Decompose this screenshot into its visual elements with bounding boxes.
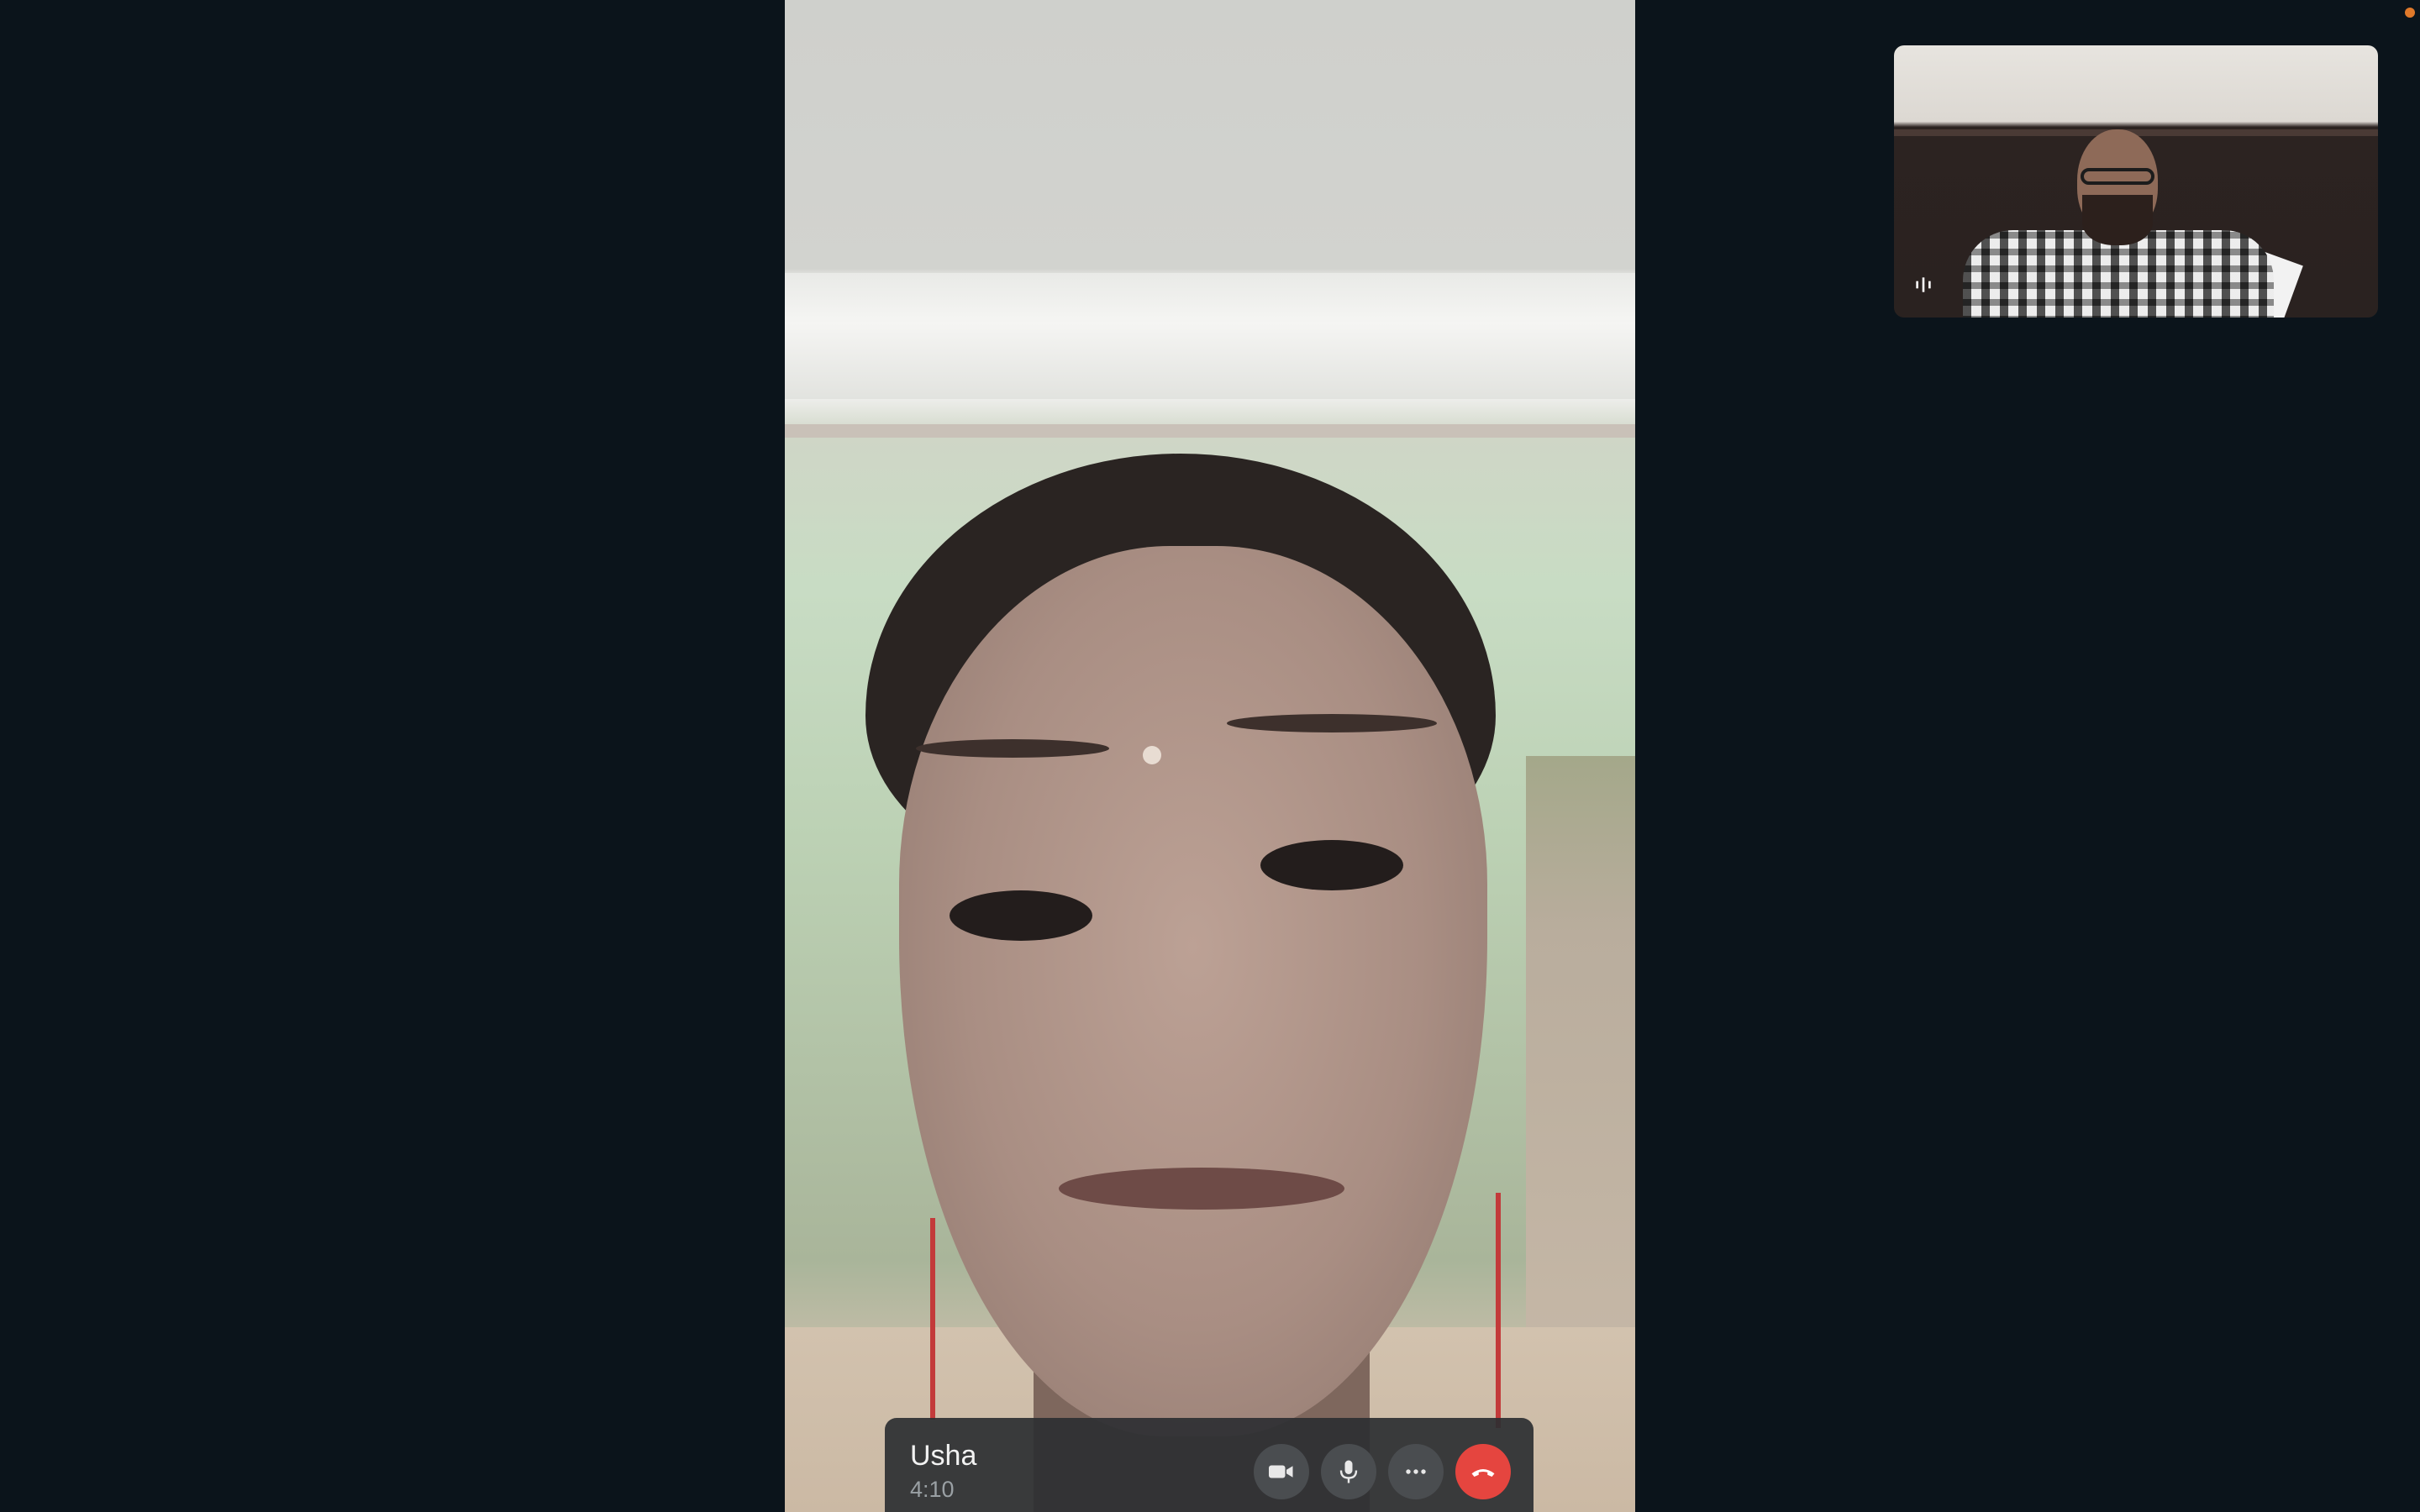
participant-eye [1260, 840, 1403, 890]
mute-button[interactable] [1321, 1444, 1376, 1499]
earphone-wire [930, 1218, 935, 1420]
participant-face [899, 546, 1487, 1436]
call-control-bar: Usha 4:10 [885, 1418, 1534, 1512]
audio-level-icon [1916, 277, 1931, 292]
self-participant-glasses [2081, 168, 2154, 185]
video-call-window: Usha 4:10 [0, 0, 2420, 1512]
participant-lips [1059, 1168, 1344, 1210]
remote-participant [865, 454, 1538, 1512]
self-view-video[interactable] [1894, 45, 2378, 318]
video-background-detail [785, 424, 1635, 438]
self-participant-beard [2082, 195, 2153, 245]
end-call-button[interactable] [1455, 1444, 1511, 1499]
video-background-detail [785, 273, 1635, 399]
participant-brow [1227, 714, 1437, 732]
more-dots-icon [1406, 1469, 1426, 1474]
earphone-wire [1496, 1193, 1501, 1428]
caller-name: Usha [910, 1440, 977, 1472]
video-camera-icon [1269, 1465, 1293, 1478]
call-duration: 4:10 [910, 1477, 955, 1502]
video-background-detail [1526, 756, 1635, 1344]
status-dot [2405, 8, 2415, 18]
participant-bindi [1143, 746, 1161, 764]
end-call-icon [1471, 1469, 1495, 1477]
participant-eye [950, 890, 1092, 941]
participant-brow [916, 739, 1109, 758]
microphone-icon [1339, 1460, 1358, 1483]
more-options-button[interactable] [1388, 1444, 1444, 1499]
video-toggle-button[interactable] [1254, 1444, 1309, 1499]
